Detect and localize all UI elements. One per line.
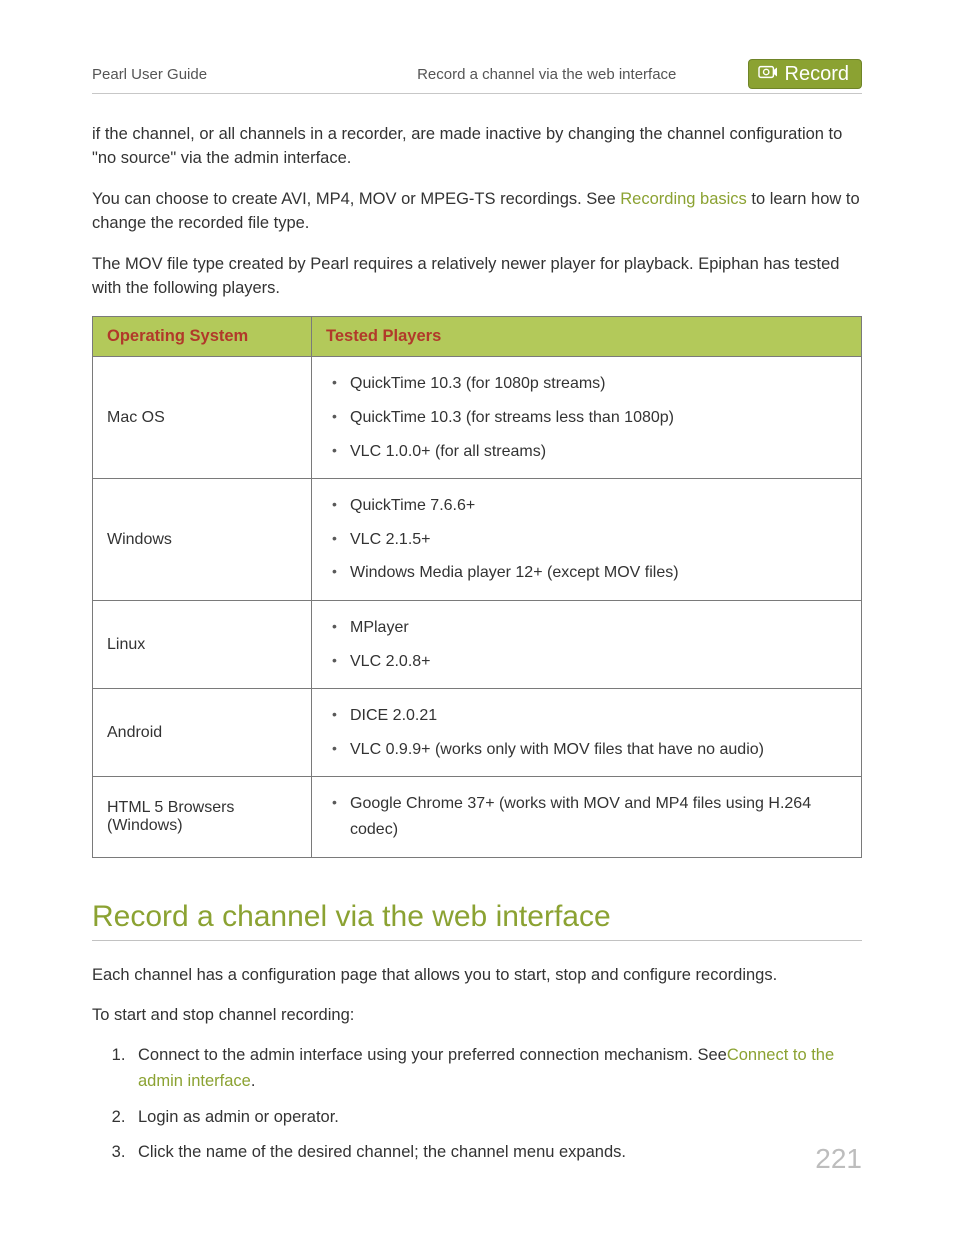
- table-row: Linux MPlayer VLC 2.0.8+: [93, 601, 862, 689]
- p2-pre: You can choose to create AVI, MP4, MOV o…: [92, 190, 620, 208]
- tested-players-table: Operating System Tested Players Mac OS Q…: [92, 316, 862, 857]
- recording-basics-link[interactable]: Recording basics: [620, 190, 747, 208]
- list-item: Google Chrome 37+ (works with MOV and MP…: [326, 787, 847, 846]
- section-heading: Record a channel via the web interface: [92, 900, 862, 941]
- os-cell: Linux: [93, 601, 312, 689]
- os-cell: Android: [93, 689, 312, 777]
- os-cell: HTML 5 Browsers (Windows): [93, 777, 312, 857]
- record-badge: Record: [748, 59, 862, 89]
- table-header-row: Operating System Tested Players: [93, 317, 862, 357]
- steps-list: Connect to the admin interface using you…: [92, 1043, 862, 1165]
- intro-paragraph-3: The MOV file type created by Pearl requi…: [92, 252, 862, 301]
- step-1-post: .: [251, 1072, 256, 1090]
- doc-title: Pearl User Guide: [92, 66, 207, 83]
- players-cell: DICE 2.0.21 VLC 0.9.9+ (works only with …: [312, 689, 862, 777]
- os-cell: Mac OS: [93, 357, 312, 479]
- players-cell: MPlayer VLC 2.0.8+: [312, 601, 862, 689]
- section-paragraph-2: To start and stop channel recording:: [92, 1003, 862, 1027]
- badge-label: Record: [785, 64, 849, 84]
- section-breadcrumb: Record a channel via the web interface: [207, 66, 747, 83]
- page-header: Pearl User Guide Record a channel via th…: [92, 59, 862, 94]
- list-item: QuickTime 10.3 (for streams less than 10…: [326, 401, 847, 435]
- os-cell: Windows: [93, 479, 312, 601]
- players-cell: QuickTime 10.3 (for 1080p streams) Quick…: [312, 357, 862, 479]
- list-item: Windows Media player 12+ (except MOV fil…: [326, 556, 847, 590]
- page-number: 221: [815, 1143, 862, 1175]
- th-os: Operating System: [93, 317, 312, 357]
- list-item: QuickTime 7.6.6+: [326, 489, 847, 523]
- players-cell: Google Chrome 37+ (works with MOV and MP…: [312, 777, 862, 857]
- table-row: HTML 5 Browsers (Windows) Google Chrome …: [93, 777, 862, 857]
- list-item: VLC 1.0.0+ (for all streams): [326, 435, 847, 469]
- step-1-pre: Connect to the admin interface using you…: [138, 1046, 727, 1064]
- players-cell: QuickTime 7.6.6+ VLC 2.1.5+ Windows Medi…: [312, 479, 862, 601]
- list-item: DICE 2.0.21: [326, 699, 847, 733]
- list-item: VLC 2.1.5+: [326, 523, 847, 557]
- section-paragraph-1: Each channel has a configuration page th…: [92, 963, 862, 987]
- intro-paragraph-1: if the channel, or all channels in a rec…: [92, 122, 862, 171]
- step-2: Login as admin or operator.: [130, 1105, 862, 1131]
- list-item: VLC 2.0.8+: [326, 645, 847, 679]
- camera-record-icon: [757, 63, 779, 85]
- intro-paragraph-2: You can choose to create AVI, MP4, MOV o…: [92, 187, 862, 236]
- table-row: Windows QuickTime 7.6.6+ VLC 2.1.5+ Wind…: [93, 479, 862, 601]
- table-row: Android DICE 2.0.21 VLC 0.9.9+ (works on…: [93, 689, 862, 777]
- list-item: VLC 0.9.9+ (works only with MOV files th…: [326, 733, 847, 767]
- table-row: Mac OS QuickTime 10.3 (for 1080p streams…: [93, 357, 862, 479]
- list-item: QuickTime 10.3 (for 1080p streams): [326, 367, 847, 401]
- th-players: Tested Players: [312, 317, 862, 357]
- step-1: Connect to the admin interface using you…: [130, 1043, 862, 1094]
- step-3: Click the name of the desired channel; t…: [130, 1140, 862, 1166]
- list-item: MPlayer: [326, 611, 847, 645]
